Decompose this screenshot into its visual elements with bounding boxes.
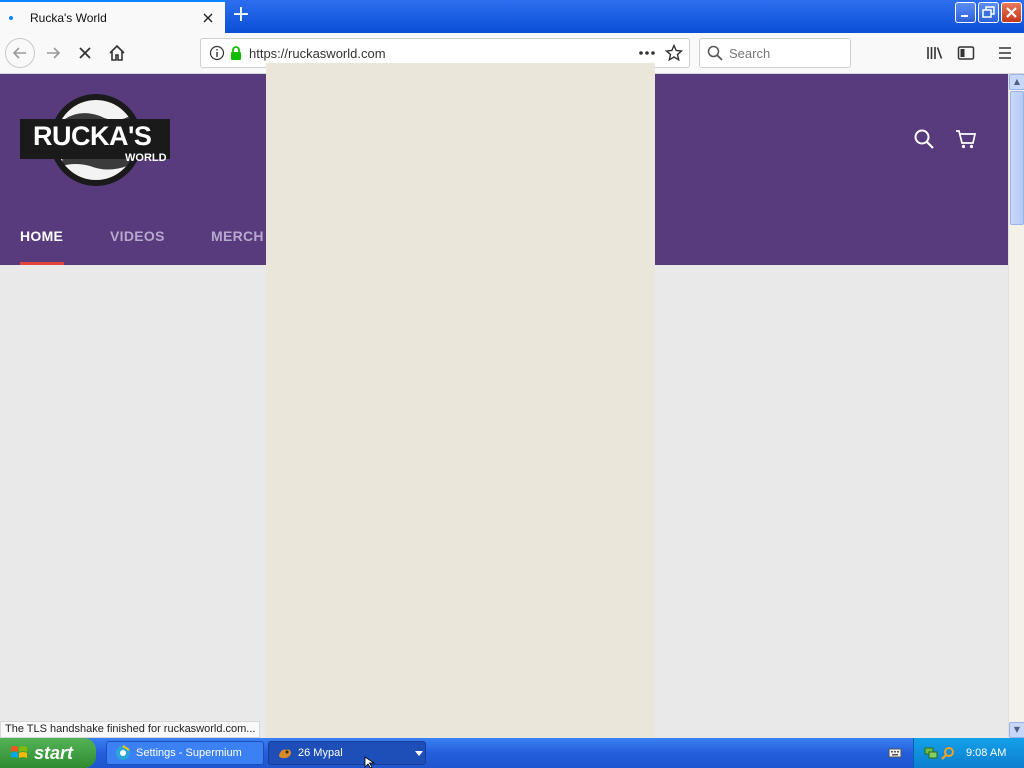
keyboard-language-icon[interactable] [888, 746, 902, 760]
nav-home[interactable]: HOME [20, 228, 63, 244]
system-tray: 9:08 AM [913, 738, 1024, 768]
mouse-cursor-icon [364, 756, 376, 768]
url-text: https://ruckasworld.com [249, 45, 386, 61]
new-tab-button[interactable]: + [228, 4, 254, 28]
library-button[interactable] [920, 38, 950, 68]
secure-lock-icon[interactable] [229, 45, 243, 61]
group-dropdown-icon[interactable] [415, 751, 423, 757]
search-input[interactable]: Search [699, 38, 851, 68]
site-info-icon[interactable] [209, 45, 225, 61]
vertical-scrollbar[interactable]: ▲ ▼ [1008, 74, 1024, 738]
taskbar-item-settings-supermium[interactable]: Settings - Supermium [106, 741, 264, 765]
tab-ruckas-world[interactable]: Rucka's World [0, 0, 225, 33]
status-bar: The TLS handshake finished for ruckaswor… [0, 721, 261, 738]
windows-taskbar: start Settings - Supermium 26 Mypal 9:08… [0, 738, 1024, 768]
tab-loading-indicator-icon [9, 15, 13, 20]
task-label: 26 Mypal [298, 747, 343, 759]
browser-titlebar: Rucka's World + [0, 0, 1024, 33]
scroll-down-arrow-icon[interactable]: ▼ [1009, 722, 1024, 738]
home-button[interactable] [102, 38, 132, 68]
windows-flag-icon [11, 746, 27, 758]
task-label: Settings - Supermium [136, 747, 242, 759]
supermium-icon [116, 745, 130, 760]
taskbar-item-mypal[interactable]: 26 Mypal [268, 741, 426, 765]
search-placeholder: Search [729, 45, 771, 61]
ruckas-world-logo[interactable]: RUCKA'S WORLD [20, 94, 170, 186]
bookmark-star-icon[interactable] [664, 43, 684, 62]
logo-sub-text: WORLD [125, 152, 167, 164]
nav-merch[interactable]: MERCH [211, 228, 264, 244]
stop-loading-button[interactable] [70, 38, 100, 68]
menu-hamburger-button[interactable] [990, 38, 1020, 68]
mypal-icon [279, 749, 291, 759]
window-close-button[interactable] [1001, 2, 1022, 23]
search-tray-icon[interactable] [941, 746, 955, 760]
site-search-icon[interactable] [913, 128, 935, 150]
window-restore-button[interactable] [978, 2, 999, 23]
back-button[interactable] [5, 38, 35, 68]
forward-button[interactable] [38, 38, 68, 68]
start-button[interactable]: start [0, 738, 96, 768]
tab-title: Rucka's World [30, 10, 107, 25]
network-icon[interactable] [924, 746, 938, 760]
page-actions-icon[interactable] [637, 45, 657, 61]
scrollbar-thumb[interactable] [1010, 91, 1024, 225]
sidebar-toggle-button[interactable] [951, 38, 981, 68]
screen: Rucka's World + https://ruckasworld.com … [0, 0, 1024, 768]
blank-dropdown-panel [266, 63, 655, 738]
cart-icon[interactable] [955, 128, 977, 150]
window-minimize-button[interactable] [955, 2, 976, 23]
start-label: start [34, 742, 74, 763]
search-icon [707, 45, 723, 61]
scroll-up-arrow-icon[interactable]: ▲ [1009, 74, 1024, 90]
active-nav-indicator [20, 262, 64, 265]
tab-close-icon[interactable] [200, 10, 216, 26]
logo-main-text: RUCKA'S [33, 121, 152, 151]
nav-videos[interactable]: VIDEOS [110, 228, 165, 244]
clock: 9:08 AM [966, 747, 1007, 759]
